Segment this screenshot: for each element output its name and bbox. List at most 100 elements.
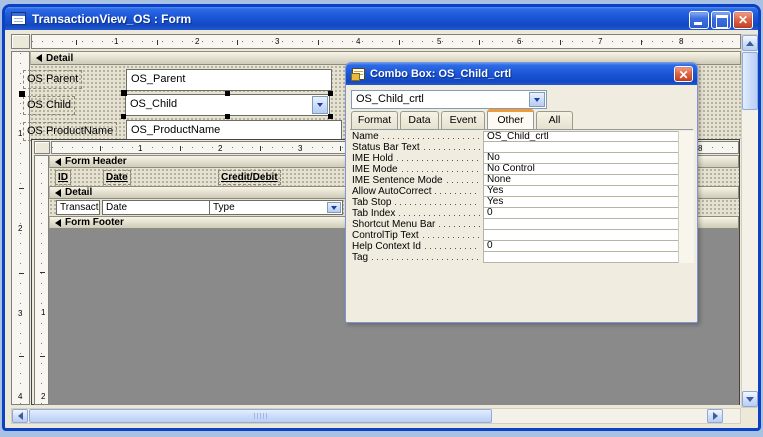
dot-leader [395,197,480,208]
scroll-left-button[interactable] [12,409,28,423]
dropdown-button[interactable] [327,202,341,213]
chevron-down-icon [534,97,540,102]
selection-handle-bottom-right[interactable] [328,114,333,119]
ruler-number: 4 [17,392,24,401]
maximize-button[interactable] [711,11,731,29]
combobox-type-text: Type [213,202,235,213]
form-icon [11,12,26,25]
ruler-halftick [100,145,101,151]
ruler-number: 6 [516,37,523,46]
ruler-number: 2 [17,224,24,233]
selection-handle-top-right[interactable] [328,91,333,96]
ruler-halftick [398,39,400,45]
property-row: Tag [349,251,680,263]
form-selector-box[interactable] [11,34,30,49]
ruler-number: 1 [137,144,144,153]
combobox-os-child-text: OS_Child [130,98,178,110]
tab-event[interactable]: Event [441,111,485,129]
tab-data[interactable]: Data [400,111,439,129]
selection-handle-top-mid[interactable] [225,91,230,96]
dot-leader [382,131,480,142]
property-grid-scroll-area[interactable] [678,131,694,263]
tab-all[interactable]: All [536,111,573,129]
column-label-id[interactable]: ID [55,170,71,185]
dialog-titlebar[interactable]: Combo Box: OS_Child_crtl [346,63,697,85]
label-os-parent[interactable]: OS Parent [23,70,83,89]
object-selector-combobox[interactable]: OS_Child_crtl [351,90,547,109]
property-name: IME Hold [349,153,483,164]
arrow-right-icon [712,412,718,420]
property-value-field[interactable] [483,251,679,263]
ruler-halftick [75,39,77,45]
window-titlebar[interactable]: TransactionView_OS : Form [5,7,758,30]
combobox-os-child[interactable]: OS_Child [125,94,330,116]
property-sheet-icon [351,68,365,81]
horizontal-scrollbar[interactable] [11,408,741,424]
ruler-number: 3 [297,144,304,153]
property-grid-rows: Name OS_Child_crtl Status Bar Text IME Hold… [349,131,680,263]
textbox-os-parent[interactable]: OS_Parent [126,69,332,91]
property-name: Shortcut Menu Bar [349,219,483,230]
ruler-halftick [317,39,319,45]
dot-leader [397,153,480,164]
property-name: Tab Index [349,208,483,219]
horizontal-scroll-thumb[interactable] [29,409,492,423]
property-name: ControlTip Text [349,230,483,241]
section-label: Detail [65,187,93,198]
column-label-credit-debit[interactable]: Credit/Debit [218,170,281,185]
ruler-halftick [180,145,181,151]
ruler-halftick [340,145,341,151]
combobox-type[interactable]: Type [209,200,343,215]
dropdown-button[interactable] [529,92,545,107]
selection-handle-bottom-mid[interactable] [225,114,230,119]
ruler-halftick [156,39,158,45]
dialog-close-button[interactable] [674,66,693,82]
section-label: Form Footer [65,217,124,228]
selection-handle-bottom-left[interactable] [121,114,126,119]
column-label-date[interactable]: Date [103,170,131,185]
tab-other[interactable]: Other [487,109,534,129]
dot-leader [435,186,480,197]
vertical-scrollbar[interactable] [741,34,758,408]
ruler-number: 2 [217,144,224,153]
arrow-left-icon [17,412,23,420]
textbox-transaction[interactable]: Transactic [56,200,100,215]
property-sheet-dialog: Combo Box: OS_Child_crtl OS_Child_crtl F… [345,62,698,323]
dialog-title: Combo Box: OS_Child_crtl [370,68,512,80]
dropdown-button[interactable] [312,96,328,114]
scroll-up-button[interactable] [742,35,758,51]
vertical-scroll-thumb[interactable] [742,52,758,110]
ruler-number: 1 [40,308,47,317]
section-label: Detail [46,52,74,64]
section-collapse-icon [55,218,61,227]
close-button[interactable] [733,11,753,29]
ruler-number: 1 [113,37,120,46]
tab-format[interactable]: Format [351,111,398,129]
label-os-child[interactable]: OS Child [23,96,76,115]
ruler-halftick [39,356,45,357]
property-name: IME Mode [349,164,483,175]
section-label: Form Header [65,156,127,167]
ruler-number: 7 [597,37,604,46]
ruler-halftick [18,272,24,274]
section-collapse-icon [55,188,61,197]
dot-leader [399,208,480,219]
ruler-halftick [640,39,642,45]
dot-leader [423,142,480,153]
label-move-handle[interactable] [19,91,25,97]
selection-handle-top-left[interactable] [121,90,127,96]
scroll-right-button[interactable] [707,409,723,423]
dot-leader [401,164,480,175]
property-name: Help Context Id [349,241,483,252]
property-name: Name [349,131,483,142]
subform-selector-box[interactable] [34,141,50,154]
ruler-number: 8 [678,37,685,46]
textbox-date[interactable]: Date [102,200,211,215]
ruler-halftick [559,39,561,45]
section-collapse-icon [36,54,42,62]
scroll-down-button[interactable] [742,391,758,407]
arrow-up-icon [746,40,754,46]
ruler-halftick [39,272,45,273]
minimize-button[interactable] [689,11,709,29]
ruler-number: 3 [17,309,24,318]
